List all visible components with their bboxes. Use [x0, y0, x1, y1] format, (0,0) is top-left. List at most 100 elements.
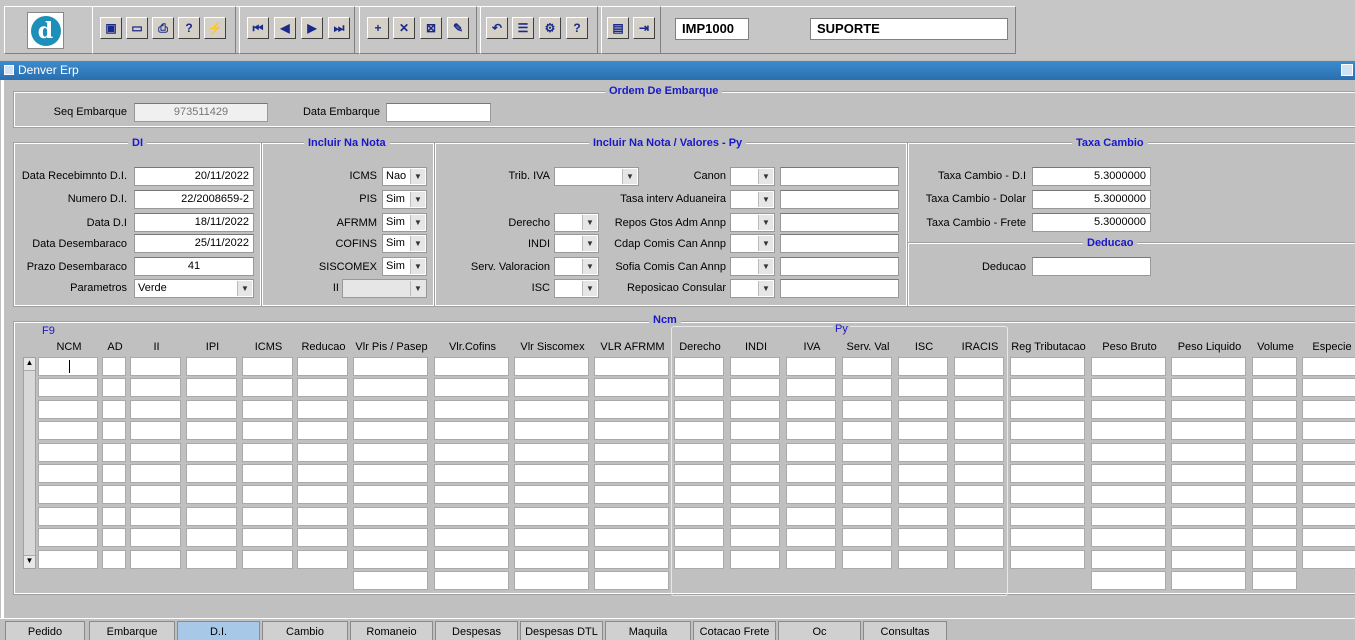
ncm-cell[interactable] [434, 506, 509, 526]
ncm-cell[interactable] [514, 464, 589, 483]
afrmm-select[interactable]: Sim ▼ [382, 213, 427, 232]
chevron-down-icon[interactable]: ▼ [582, 281, 597, 296]
ncm-cell[interactable] [674, 485, 724, 505]
first-record-icon[interactable]: ⏮ [247, 17, 269, 39]
ncm-cell[interactable] [38, 442, 98, 462]
maximize-icon[interactable] [1341, 64, 1353, 76]
cofins-select[interactable]: Sim ▼ [382, 234, 427, 253]
chevron-down-icon[interactable]: ▼ [758, 215, 773, 230]
last-record-icon[interactable]: ⏭ [328, 17, 350, 39]
ncm-cell[interactable] [353, 528, 428, 548]
ncm-cell[interactable] [130, 549, 181, 569]
cdap-select[interactable]: ▼ [730, 234, 775, 253]
ncm-cell[interactable] [674, 549, 724, 569]
derecho-select[interactable]: ▼ [554, 213, 599, 232]
ncm-cell[interactable] [674, 357, 724, 376]
ncm-cell[interactable] [786, 485, 836, 505]
ncm-cell[interactable] [38, 378, 98, 398]
ncm-cell[interactable] [674, 464, 724, 483]
exit-icon[interactable]: ⇥ [633, 17, 655, 39]
ncm-cell[interactable] [954, 399, 1004, 419]
prazo-desembaraco-field[interactable]: 41 [134, 257, 254, 276]
chevron-down-icon[interactable]: ▼ [758, 169, 773, 184]
ncm-cell[interactable] [1091, 528, 1166, 548]
ncm-cell[interactable] [786, 399, 836, 419]
insert-record-icon[interactable]: + [367, 17, 389, 39]
ncm-cell[interactable] [1091, 442, 1166, 462]
ncm-cell[interactable] [1171, 485, 1246, 505]
data-di-field[interactable]: 18/11/2022 [134, 213, 254, 232]
data-desembaraco-field[interactable]: 25/11/2022 [134, 234, 254, 253]
chevron-down-icon[interactable]: ▼ [758, 192, 773, 207]
ncm-cell[interactable] [842, 378, 892, 398]
tab-despesas[interactable]: Despesas [435, 621, 518, 640]
ncm-cell[interactable] [674, 421, 724, 441]
chevron-down-icon[interactable]: ▼ [410, 192, 425, 207]
ncm-cell[interactable] [1091, 378, 1166, 398]
ncm-scrollbar[interactable]: ▲ ▼ [23, 357, 36, 569]
ncm-cell[interactable] [38, 464, 98, 483]
ncm-cell[interactable] [898, 464, 948, 483]
ncm-cell[interactable] [1091, 399, 1166, 419]
ncm-cell[interactable] [130, 399, 181, 419]
ncm-cell[interactable] [242, 399, 293, 419]
ncm-cell[interactable] [102, 442, 126, 462]
ncm-cell[interactable] [1010, 421, 1085, 441]
ncm-cell[interactable] [842, 442, 892, 462]
ncm-cell[interactable] [353, 378, 428, 398]
ncm-cell[interactable] [786, 421, 836, 441]
ncm-cell[interactable] [102, 378, 126, 398]
ncm-cell[interactable] [1302, 485, 1355, 505]
tab-d-i[interactable]: D.I. [177, 621, 260, 640]
ncm-cell[interactable] [434, 528, 509, 548]
ncm-cell[interactable] [297, 378, 348, 398]
ncm-cell[interactable] [242, 506, 293, 526]
reposicao-select[interactable]: ▼ [730, 279, 775, 298]
ncm-cell[interactable] [674, 399, 724, 419]
indi-select[interactable]: ▼ [554, 234, 599, 253]
ncm-cell[interactable] [954, 357, 1004, 376]
data-recebimento-field[interactable]: 20/11/2022 [134, 167, 254, 186]
ncm-cell[interactable] [1091, 464, 1166, 483]
ncm-cell[interactable] [786, 442, 836, 462]
ncm-cell[interactable] [38, 399, 98, 419]
ncm-cell[interactable] [1302, 549, 1355, 569]
ncm-cell[interactable] [514, 357, 589, 376]
ncm-cell[interactable] [730, 549, 780, 569]
chevron-down-icon[interactable]: ▼ [410, 281, 425, 296]
ncm-cell[interactable] [1010, 442, 1085, 462]
ncm-cell[interactable] [353, 549, 428, 569]
ncm-cell[interactable] [1010, 506, 1085, 526]
siscomex-select[interactable]: Sim ▼ [382, 257, 427, 276]
ncm-cell[interactable] [674, 378, 724, 398]
ncm-cell[interactable] [130, 506, 181, 526]
sofia-field[interactable] [780, 257, 899, 276]
menu-icon[interactable]: ▤ [607, 17, 629, 39]
deducao-field[interactable] [1032, 257, 1151, 276]
ncm-cell[interactable] [1091, 549, 1166, 569]
ncm-cell[interactable] [786, 506, 836, 526]
ncm-cell[interactable] [594, 399, 669, 419]
ncm-cell[interactable] [1010, 357, 1085, 376]
chevron-down-icon[interactable]: ▼ [410, 259, 425, 274]
ncm-cell[interactable] [186, 506, 237, 526]
ncm-cell[interactable] [434, 399, 509, 419]
ncm-cell[interactable] [1302, 442, 1355, 462]
ncm-cell[interactable] [954, 421, 1004, 441]
ncm-cell[interactable] [594, 421, 669, 441]
chevron-down-icon[interactable]: ▼ [758, 236, 773, 251]
ncm-cell[interactable] [514, 378, 589, 398]
tab-cambio[interactable]: Cambio [262, 621, 348, 640]
ncm-cell[interactable] [102, 549, 126, 569]
ncm-cell[interactable] [434, 421, 509, 441]
numero-di-field[interactable]: 22/2008659-2 [134, 190, 254, 209]
ncm-cell[interactable] [1252, 357, 1297, 376]
list-values-icon[interactable]: ☰ [512, 17, 534, 39]
ncm-cell[interactable] [130, 442, 181, 462]
ncm-cell[interactable] [353, 506, 428, 526]
ncm-cell[interactable] [1252, 464, 1297, 483]
parametros-select[interactable]: Verde ▼ [134, 279, 254, 298]
ncm-cell[interactable] [353, 421, 428, 441]
ncm-cell[interactable] [594, 464, 669, 483]
ncm-cell[interactable] [1010, 399, 1085, 419]
